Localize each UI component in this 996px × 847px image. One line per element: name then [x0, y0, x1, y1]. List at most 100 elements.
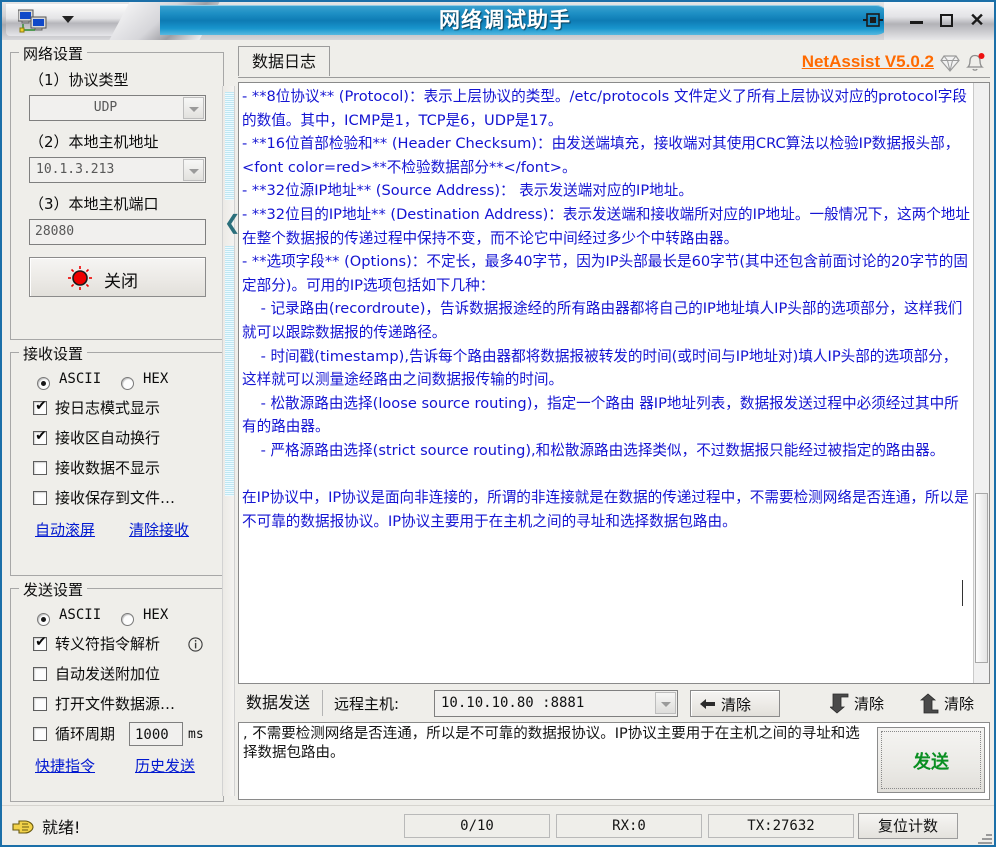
send-toolbar: 数据发送 远程主机: 10.10.10.80 :8881 清除 清除 清除 — [238, 688, 990, 720]
auto-scroll-link[interactable]: 自动滚屏 — [35, 519, 95, 540]
tabstrip-underline — [238, 77, 990, 78]
network-settings-title: 网络设置 — [19, 43, 88, 64]
receive-log-mode-label: 按日志模式显示 — [55, 399, 161, 417]
clear-back-button[interactable]: 清除 — [690, 690, 780, 717]
connect-toggle-label: 关闭 — [104, 272, 138, 292]
minimize-icon — [910, 21, 923, 24]
maximize-button[interactable] — [936, 10, 958, 30]
clear-receive-link[interactable]: 清除接收 — [129, 519, 189, 540]
receive-hide-data-checkbox[interactable] — [33, 461, 47, 475]
panel-splitter[interactable]: ❮ — [222, 86, 241, 796]
tab-data-log[interactable]: 数据日志 — [238, 46, 331, 76]
escape-parse-label: 转义符指令解析 — [55, 635, 161, 653]
bell-notification-icon[interactable] — [964, 52, 986, 74]
close-button[interactable]: ✕ — [966, 10, 988, 30]
maximize-icon — [940, 14, 953, 27]
info-icon[interactable] — [188, 637, 203, 652]
remote-host-combo[interactable]: 10.10.10.80 :8881 — [434, 690, 678, 717]
tab-data-send[interactable]: 数据发送 — [238, 688, 318, 718]
send-hex-label: HEX — [143, 607, 169, 623]
receive-settings-title: 接收设置 — [19, 343, 88, 364]
cycle-period-input[interactable]: 1000 — [129, 722, 183, 746]
local-host-port-value: 28080 — [35, 224, 75, 239]
pointing-hand-icon — [12, 818, 34, 836]
open-file-source-label: 打开文件数据源… — [55, 695, 176, 713]
clear-down-label[interactable]: 清除 — [854, 693, 884, 714]
resize-grip[interactable] — [978, 830, 992, 844]
send-hex-radio[interactable] — [121, 613, 134, 626]
clear-up-label[interactable]: 清除 — [944, 693, 974, 714]
receive-settings-group: 接收设置 ASCII HEX 按日志模式显示 接收区自动换行 接收数据不显示 接… — [10, 343, 224, 576]
auto-append-label: 自动发送附加位 — [55, 665, 161, 683]
protocol-type-combo[interactable]: UDP — [29, 95, 206, 121]
status-rx-pane: RX:0 — [556, 814, 702, 838]
netassist-window: 网络调试助手 ✕ 网络设置 （1）协议类型 UDP （2）本地主机地址 10.1… — [0, 0, 996, 847]
window-body: 网络设置 （1）协议类型 UDP （2）本地主机地址 10.1.3.213 （3… — [0, 40, 996, 805]
minimize-button[interactable] — [906, 10, 928, 30]
arrow-left-icon — [700, 697, 715, 711]
local-host-address-combo[interactable]: 10.1.3.213 — [29, 157, 206, 183]
log-tabstrip: 数据日志 NetAssist V5.0.2 — [238, 46, 990, 80]
data-log-textarea[interactable]: - **8位协议** (Protocol)：表示上层协议的类型。/etc/pro… — [238, 82, 990, 684]
receive-autowrap-checkbox[interactable] — [33, 428, 48, 445]
quick-command-link[interactable]: 快捷指令 — [35, 755, 95, 776]
network-settings-group: 网络设置 （1）协议类型 UDP （2）本地主机地址 10.1.3.213 （3… — [10, 43, 224, 340]
window-title: 网络调试助手 — [439, 8, 571, 32]
send-text-content: , 不需要检测网络是否连通，所以是不可靠的数据报协议。IP协议主要用于在主机之间… — [243, 726, 860, 761]
history-send-link[interactable]: 历史发送 — [135, 755, 195, 776]
network-computers-icon[interactable] — [17, 9, 52, 33]
pin-icon[interactable] — [862, 10, 884, 30]
chevron-down-icon[interactable] — [183, 97, 204, 119]
receive-save-file-checkbox[interactable] — [33, 491, 47, 505]
open-file-source-checkbox[interactable] — [33, 697, 47, 711]
arrow-down-clear-icon[interactable] — [828, 692, 850, 714]
receive-autowrap-label: 接收区自动换行 — [55, 429, 161, 447]
receive-ascii-radio[interactable] — [37, 377, 50, 390]
cycle-period-value: 1000 — [135, 727, 169, 743]
protocol-type-label: （1）协议类型 — [29, 71, 129, 89]
collapse-left-arrow-icon[interactable]: ❮ — [224, 202, 241, 242]
send-ascii-label: ASCII — [59, 607, 102, 623]
connection-indicator-icon — [68, 266, 92, 290]
chevron-down-icon[interactable] — [183, 159, 204, 181]
send-ascii-radio[interactable] — [37, 613, 50, 626]
local-host-port-input[interactable]: 28080 — [29, 219, 206, 245]
cycle-period-unit: ms — [188, 727, 204, 742]
receive-ascii-label: ASCII — [59, 371, 102, 387]
status-counter-pane: 0/10 — [404, 814, 550, 838]
remote-host-label: 远程主机: — [334, 695, 400, 713]
arrow-up-clear-icon[interactable] — [919, 692, 940, 714]
clear-back-label: 清除 — [721, 696, 752, 714]
send-textarea[interactable]: , 不需要检测网络是否连通，所以是不可靠的数据报协议。IP协议主要用于在主机之间… — [238, 722, 990, 800]
escape-parse-checkbox[interactable] — [33, 634, 48, 651]
cycle-period-checkbox[interactable] — [33, 727, 47, 741]
splitter-grip-bottom — [225, 246, 234, 496]
log-scrollbar-thumb[interactable] — [975, 493, 988, 663]
data-log-content: - **8位协议** (Protocol)：表示上层协议的类型。/etc/pro… — [242, 88, 970, 530]
send-button[interactable]: 发送 — [877, 727, 985, 793]
auto-append-checkbox[interactable] — [33, 667, 47, 681]
receive-hide-data-label: 接收数据不显示 — [55, 459, 161, 477]
local-host-address-label: （2）本地主机地址 — [29, 133, 159, 151]
receive-save-file-label: 接收保存到文件… — [55, 489, 176, 507]
receive-log-mode-checkbox[interactable] — [33, 398, 48, 415]
receive-hex-radio[interactable] — [121, 377, 134, 390]
local-host-address-value: 10.1.3.213 — [36, 162, 115, 177]
title-bar: 网络调试助手 ✕ — [0, 0, 996, 40]
status-tx-pane: TX:27632 — [708, 814, 854, 838]
status-bar: 就绪! 0/10 RX:0 TX:27632 复位计数 — [0, 805, 996, 847]
status-ready-text: 就绪! — [42, 818, 81, 837]
toolbar-separator-1 — [322, 690, 323, 716]
text-caret — [962, 580, 963, 606]
receive-hex-label: HEX — [143, 371, 169, 387]
send-button-label: 发送 — [913, 752, 949, 773]
log-vertical-scrollbar[interactable] — [973, 83, 989, 683]
titlebar-dropdown-caret-icon[interactable] — [62, 16, 74, 23]
close-icon: ✕ — [969, 10, 985, 30]
chevron-down-icon[interactable] — [655, 692, 676, 714]
cycle-period-label: 循环周期 — [55, 725, 116, 743]
connect-toggle-button[interactable]: 关闭 — [29, 257, 206, 297]
diamond-icon[interactable] — [940, 53, 960, 73]
brand-label[interactable]: NetAssist V5.0.2 — [802, 52, 934, 72]
reset-counter-button[interactable]: 复位计数 — [858, 813, 958, 839]
